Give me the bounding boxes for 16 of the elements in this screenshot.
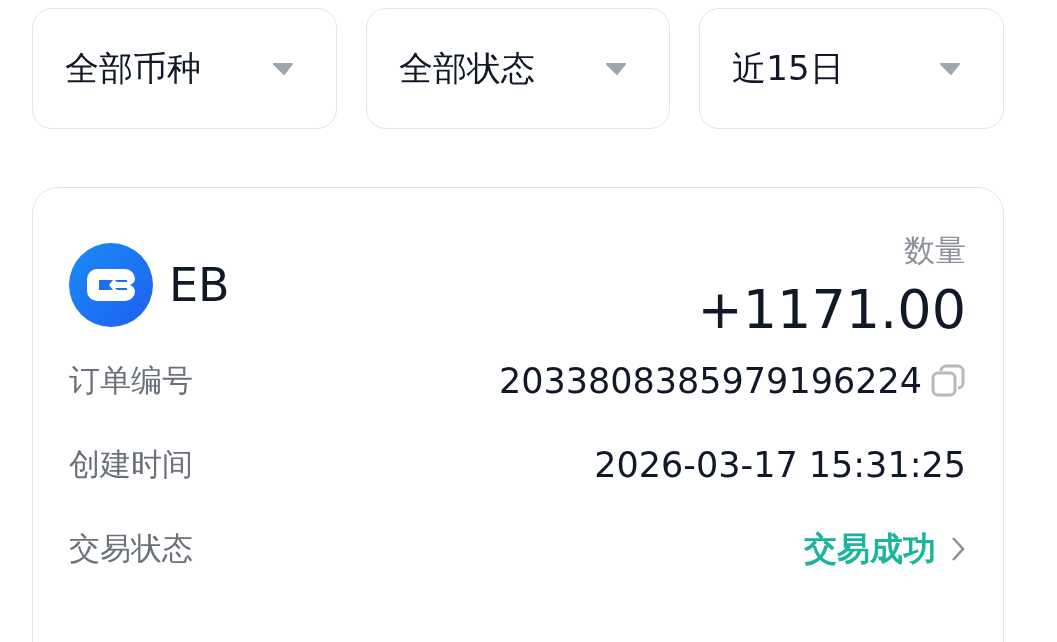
field-value: 2026-03-17 15:31:25 bbox=[594, 445, 966, 486]
coin-logo-icon bbox=[69, 242, 153, 327]
field-label: 交易状态 bbox=[69, 529, 193, 569]
quantity-label: 数量 bbox=[904, 231, 966, 270]
order-number: 2033808385979196224 bbox=[498, 361, 922, 402]
caret-icon bbox=[605, 61, 628, 76]
caret-icon bbox=[271, 61, 294, 76]
caret-icon bbox=[939, 61, 961, 76]
field-label: 订单编号 bbox=[69, 361, 193, 401]
field-label: 创建时间 bbox=[69, 445, 193, 485]
filter-dropdown[interactable]: 近15日 bbox=[699, 8, 1004, 129]
filter-dropdown[interactable]: 全部状态 bbox=[365, 8, 671, 129]
filter-dropdown[interactable]: 全部币种 bbox=[32, 8, 337, 129]
copy-icon[interactable] bbox=[930, 363, 966, 400]
quantity-value: +1171.00 bbox=[697, 280, 966, 340]
coin-name: EB bbox=[169, 257, 230, 312]
